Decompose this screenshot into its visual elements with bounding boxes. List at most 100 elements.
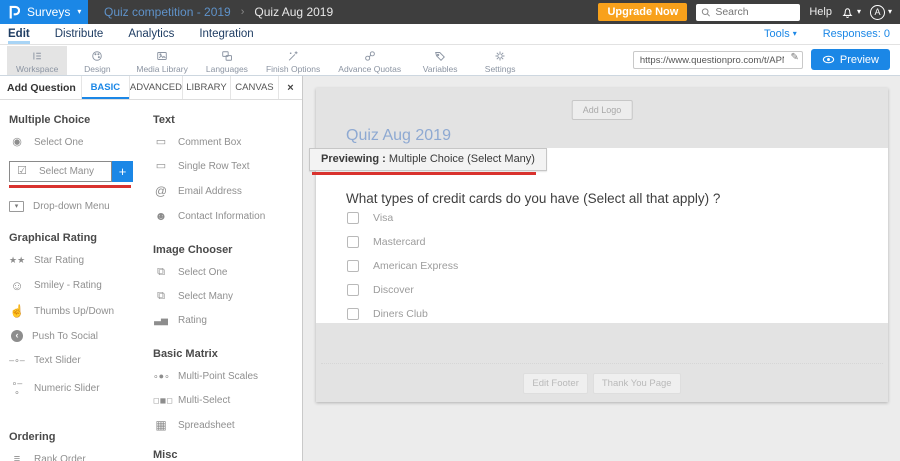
search-input[interactable] (715, 6, 795, 18)
checkbox[interactable] (347, 260, 359, 272)
global-search[interactable] (696, 4, 800, 21)
help-link[interactable]: Help (809, 6, 832, 18)
option-mastercard[interactable]: Mastercard (347, 235, 888, 248)
bar-chart-icon: ▃▅ (153, 316, 169, 325)
question-type-rank-order[interactable]: ≡ Rank Order (9, 454, 153, 461)
question-type-text-slider[interactable]: –∘– Text Slider (9, 355, 153, 366)
survey-title[interactable]: Quiz Aug 2019 (346, 127, 451, 145)
toolbar-tab-workspace[interactable]: Workspace (7, 46, 67, 75)
add-select-many-button[interactable]: + (112, 161, 133, 182)
question-type-multi-point-scales[interactable]: ∘●∘ Multi-Point Scales (153, 371, 301, 382)
chevron-down-icon: ▾ (888, 8, 892, 16)
workspace-icon (30, 49, 44, 63)
question-type-multi-select[interactable]: ◻◼◻ Multi-Select (153, 395, 301, 406)
question-type-star-rating[interactable]: ★★ Star Rating (9, 255, 153, 266)
questionpro-logo-icon (7, 4, 20, 20)
toolbar-tab-settings[interactable]: Settings (470, 46, 530, 75)
toolbar-right: ✎ Preview (633, 49, 900, 70)
edit-footer-button[interactable]: Edit Footer (523, 373, 587, 394)
panel-tab-basic[interactable]: BASIC (81, 76, 129, 99)
palette-icon (90, 49, 104, 63)
panel-tab-advanced[interactable]: ADVANCED (129, 76, 182, 99)
close-panel-icon[interactable]: × (278, 76, 302, 99)
breadcrumb-current-survey: Quiz Aug 2019 (254, 5, 333, 19)
question-type-single-row-text[interactable]: ▭ Single Row Text (153, 161, 301, 172)
question-type-select-many[interactable]: ☑ Select Many (9, 161, 112, 182)
checkbox[interactable] (347, 236, 359, 248)
edit-url-pencil-icon[interactable]: ✎ (790, 52, 798, 63)
option-diners-club[interactable]: Diners Club (347, 307, 888, 320)
option-discover[interactable]: Discover (347, 283, 888, 296)
magic-wand-icon (286, 49, 300, 63)
toolbar-tab-design[interactable]: Design (67, 46, 127, 75)
question-type-select-many-highlighted: ☑ Select Many + (9, 161, 133, 182)
responses-count[interactable]: Responses: 0 (823, 28, 890, 40)
nav-tab-distribute[interactable]: Distribute (55, 24, 104, 44)
eye-icon (822, 55, 835, 64)
preview-button[interactable]: Preview (811, 49, 890, 70)
checkbox[interactable] (347, 212, 359, 224)
add-logo-button[interactable]: Add Logo (572, 100, 633, 120)
at-sign-icon: @ (153, 185, 169, 197)
survey-header: Add Logo Quiz Aug 2019 (316, 88, 888, 148)
toolbar-tab-finish-options[interactable]: Finish Options (257, 46, 329, 75)
slider-icon: –∘– (9, 356, 25, 365)
nav-tab-analytics[interactable]: Analytics (128, 24, 174, 44)
tools-menu[interactable]: Tools▾ (764, 28, 797, 40)
stars-icon: ★★ (9, 256, 25, 265)
thank-you-page-button[interactable]: Thank You Page (593, 373, 681, 394)
main-nav: Edit Distribute Analytics Integration To… (0, 24, 900, 45)
question-type-thumbs-up-down[interactable]: ☝ Thumbs Up/Down (9, 305, 153, 317)
nav-right: Tools▾ Responses: 0 (764, 28, 900, 40)
notifications-menu[interactable]: ▾ (841, 5, 861, 19)
toolbar-tab-variables[interactable]: Variables (410, 46, 470, 75)
panel-title: Add Question (0, 76, 81, 99)
question-type-image-select-many[interactable]: ⧉ Select Many (153, 291, 301, 302)
question-type-email-address[interactable]: @ Email Address (153, 185, 301, 197)
question-type-numeric-slider[interactable]: ∘–∘ Numeric Slider (9, 379, 153, 397)
breadcrumb-separator: › (241, 6, 245, 18)
image-pair-icon: ⧉ (153, 267, 169, 278)
toolbar-tab-advance-quotas[interactable]: Advance Quotas (329, 46, 410, 75)
toolbar-tab-languages[interactable]: Languages (197, 46, 257, 75)
checkbox[interactable] (347, 308, 359, 320)
question-type-push-to-social[interactable]: ‹ Push To Social (9, 330, 153, 342)
section-title-text: Text (153, 114, 301, 126)
upgrade-now-button[interactable]: Upgrade Now (598, 3, 687, 21)
question-type-spreadsheet[interactable]: ▦ Spreadsheet (153, 419, 301, 431)
toolbar-tab-media-library[interactable]: Media Library (127, 46, 197, 75)
panel-tab-canvas[interactable]: CANVAS (230, 76, 278, 99)
breadcrumb-survey-group[interactable]: Quiz competition - 2019 (104, 5, 231, 19)
section-title-graphical-rating: Graphical Rating (9, 232, 153, 244)
survey-url-input[interactable] (633, 51, 803, 69)
bell-icon (841, 5, 854, 19)
question-type-list: Multiple Choice ◉ Select One ☑ Select Ma… (0, 100, 302, 461)
add-question-panel-header: Add Question BASIC ADVANCED LIBRARY CANV… (0, 76, 302, 100)
question-type-comment-box[interactable]: ▭ Comment Box (153, 137, 301, 148)
nav-tab-integration[interactable]: Integration (199, 24, 253, 44)
question-type-select-one[interactable]: ◉ Select One (9, 137, 153, 148)
topbar-actions: Upgrade Now Help ▾ A ▾ (598, 3, 900, 21)
question-type-image-select-one[interactable]: ⧉ Select One (153, 267, 301, 278)
thumbs-up-icon: ☝ (9, 305, 25, 317)
account-menu[interactable]: A ▾ (870, 5, 892, 20)
option-american-express[interactable]: American Express (347, 259, 888, 272)
survey-footer: Edit Footer Thank You Page (316, 323, 888, 402)
question-type-image-rating[interactable]: ▃▅ Rating (153, 315, 301, 326)
comment-box-icon: ▭ (153, 137, 169, 148)
panel-tab-library[interactable]: LIBRARY (182, 76, 230, 99)
chain-links-icon (363, 49, 377, 63)
product-menu[interactable]: Surveys ▾ (0, 0, 88, 24)
question-type-smiley-rating[interactable]: ☺ Smiley - Rating (9, 279, 153, 292)
checkbox[interactable] (347, 284, 359, 296)
chevron-down-icon: ▾ (793, 30, 797, 38)
avatar: A (870, 5, 885, 20)
question-type-drop-down-menu[interactable]: ▾ Drop-down Menu (9, 201, 153, 212)
question-type-contact-information[interactable]: ☻ Contact Information (153, 210, 301, 222)
nav-tab-edit[interactable]: Edit (8, 24, 30, 44)
previewing-value: Multiple Choice (Select Many) (386, 153, 535, 165)
text-field-icon: ▭ (153, 161, 169, 172)
search-icon (701, 7, 711, 18)
survey-url-field: ✎ (633, 50, 803, 70)
option-visa[interactable]: Visa (347, 211, 888, 224)
